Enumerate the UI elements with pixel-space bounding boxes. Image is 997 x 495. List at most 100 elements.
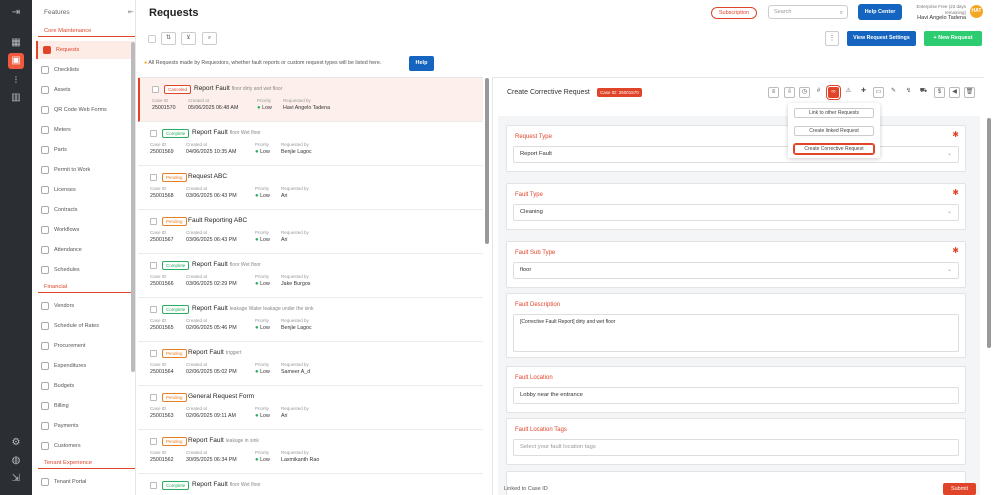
search-icon[interactable]: ⌕ — [202, 32, 217, 45]
avatar[interactable]: HAT — [970, 5, 983, 18]
view-request-settings-button[interactable]: View Request Settings — [847, 31, 916, 46]
row-checkbox[interactable] — [150, 306, 157, 313]
sidebar-item-expenditures[interactable]: Expenditures — [36, 357, 135, 375]
create-corrective-request-item[interactable]: Create Corrective Request — [794, 144, 874, 154]
sidebar-item-vendors[interactable]: Vendors — [36, 297, 135, 315]
sidebar-item-checklists[interactable]: Checklists — [36, 61, 135, 79]
help-button[interactable]: Help — [409, 56, 434, 71]
table-row[interactable]: Canceled Report Fault floor dirty and wet … — [138, 78, 483, 122]
table-row[interactable]: Complete Report Fault floor Wet floor Case … — [138, 122, 483, 166]
analytics-icon[interactable]: ⁝ — [8, 74, 24, 88]
fault-description-textarea[interactable]: [Corrective Fault Report] dirty and wet … — [513, 314, 959, 352]
table-row[interactable]: Pending Request ABC Case ID Created at Prior… — [138, 166, 483, 210]
sidebar-item-meters[interactable]: Meters — [36, 121, 135, 139]
volume-icon[interactable]: ◀ — [949, 87, 960, 98]
search-input[interactable]: Search ⌕ — [768, 5, 848, 19]
fault-type-select[interactable]: Cleaning ⌄ — [513, 204, 959, 221]
sidebar-item-tenant-portal[interactable]: Tenant Portal — [36, 473, 135, 491]
sidebar-item-payments[interactable]: Payments — [36, 417, 135, 435]
fault-location-tags-input[interactable]: Select your fault location tags — [513, 439, 959, 456]
sidebar-item-schedule-of-rates[interactable]: Schedule of Rates — [36, 317, 135, 335]
logout-icon[interactable]: ⇲ — [8, 472, 24, 486]
row-checkbox[interactable] — [152, 86, 159, 93]
clock-icon[interactable]: ◷ — [799, 87, 810, 98]
help-center-button[interactable]: Help Center — [858, 4, 902, 20]
priority: ● Low — [255, 193, 270, 199]
link-to-other-requests-item[interactable]: Link to other Requests — [794, 108, 874, 118]
sidebar-item-assets[interactable]: Assets — [36, 81, 135, 99]
cube-icon — [41, 86, 49, 94]
sort-icon[interactable]: ⇅ — [161, 32, 176, 45]
link-icon[interactable]: ∞ — [828, 87, 839, 98]
fault-location-tags-field: Fault Location Tags Select your fault lo… — [506, 418, 966, 465]
filter-icon[interactable]: ⊻ — [181, 32, 196, 45]
table-row[interactable]: Pending Fault Reporting ABC Case ID Created… — [138, 210, 483, 254]
collapse-icon[interactable]: ⇤ — [128, 8, 134, 16]
sidebar-scrollbar[interactable] — [131, 42, 135, 372]
sidebar-item-workflows[interactable]: Workflows — [36, 221, 135, 239]
row-checkbox[interactable] — [150, 262, 157, 269]
fault-location-input[interactable]: Lobby near the entrance — [513, 387, 959, 404]
form-scrollbar[interactable] — [987, 118, 991, 348]
globe-icon[interactable]: ◍ — [8, 454, 24, 468]
row-checkbox[interactable] — [150, 218, 157, 225]
requests-module-icon[interactable]: ▣ — [8, 53, 24, 69]
sidebar-item-permit-to-work[interactable]: Permit to Work — [36, 161, 135, 179]
priority-dot-icon: ● — [255, 369, 259, 375]
sidebar-item-procurement[interactable]: Procurement — [36, 337, 135, 355]
pen-icon[interactable]: ✎ — [888, 87, 899, 98]
download-icon[interactable]: ⇩ — [784, 87, 795, 98]
sidebar-item-parts[interactable]: Parts — [36, 141, 135, 159]
create-linked-request-item[interactable]: Create linked Request — [794, 126, 874, 136]
table-row[interactable]: Pending Report Fault leakage in sink Case I… — [138, 430, 483, 474]
row-checkbox[interactable] — [150, 350, 157, 357]
sidebar-item-attendance[interactable]: Attendance — [36, 241, 135, 259]
dollar-icon[interactable]: $ — [934, 87, 945, 98]
new-request-button[interactable]: + New Request — [924, 31, 982, 46]
card-icon[interactable]: ▭ — [873, 87, 884, 98]
select-all-checkbox[interactable] — [148, 35, 156, 43]
table-row[interactable]: Complete Report Fault floor Wet floor — [138, 474, 483, 495]
dashboard-icon[interactable]: ▦ — [8, 36, 24, 50]
sidebar-item-requests[interactable]: Requests — [36, 41, 135, 59]
status-badge: Complete — [162, 305, 190, 314]
settings-icon[interactable]: ⚙ — [8, 436, 24, 450]
vehicle-icon[interactable]: ⛟ — [918, 87, 929, 98]
sidebar-item-budgets[interactable]: Budgets — [36, 377, 135, 395]
submit-button[interactable]: Submit — [943, 483, 976, 495]
status-badge: Complete — [162, 481, 190, 490]
reports-icon[interactable]: ▥ — [8, 91, 24, 105]
expand-icon[interactable]: ⇥ — [8, 6, 24, 20]
route-icon[interactable]: ↯ — [903, 87, 914, 98]
row-checkbox[interactable] — [150, 482, 157, 489]
more-options-button[interactable]: ⋮ — [825, 31, 839, 46]
subscription-button[interactable]: Subscription — [711, 7, 757, 19]
request-type-select[interactable]: Report Fault ⌄ — [513, 146, 959, 163]
sidebar-item-billing[interactable]: Billing — [36, 397, 135, 415]
list-scrollbar[interactable] — [485, 78, 489, 244]
row-checkbox[interactable] — [150, 394, 157, 401]
user-name[interactable]: Havi Angelo Tadena — [904, 15, 966, 21]
sidebar-item-qr-code-web-forms[interactable]: QR Code Web Forms — [36, 101, 135, 119]
list-icon[interactable]: ≡ — [768, 87, 779, 98]
fault-sub-type-field: Fault Sub Type ✱ floor ⌄ — [506, 241, 966, 288]
warning-icon[interactable]: ⚠ — [843, 87, 854, 98]
table-row[interactable]: Complete Report Fault floor Wet floor Case … — [138, 254, 483, 298]
trash-icon[interactable]: 🗑 — [964, 87, 975, 98]
table-row[interactable]: Complete Report Fault leakage Water leakag… — [138, 298, 483, 342]
sidebar-item-licenses[interactable]: Licenses — [36, 181, 135, 199]
sidebar-item-contracts[interactable]: Contracts — [36, 201, 135, 219]
sidebar-item-customers[interactable]: Customers — [36, 437, 135, 455]
hash-icon[interactable]: # — [813, 87, 824, 98]
row-checkbox[interactable] — [150, 130, 157, 137]
sidebar-item-schedules[interactable]: Schedules — [36, 261, 135, 279]
priority: ● Low — [255, 457, 270, 463]
row-checkbox[interactable] — [150, 174, 157, 181]
puzzle-icon[interactable]: ✚ — [858, 87, 869, 98]
table-row[interactable]: Pending Report Fault triggert Case ID Create… — [138, 342, 483, 386]
row-checkbox[interactable] — [150, 438, 157, 445]
status-badge: Canceled — [164, 85, 192, 94]
table-row[interactable]: Pending General Request Form Case ID Create… — [138, 386, 483, 430]
fault-sub-type-select[interactable]: floor ⌄ — [513, 262, 959, 279]
page-title: Requests — [149, 7, 199, 19]
